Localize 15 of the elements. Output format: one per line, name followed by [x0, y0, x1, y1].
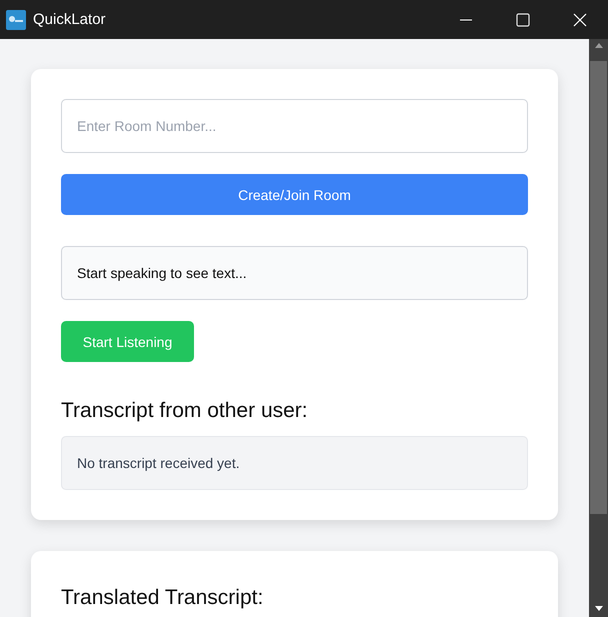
window-title: QuickLator: [33, 11, 106, 28]
scroll-up-icon[interactable]: [594, 43, 602, 48]
speech-text-box: Start speaking to see text...: [61, 246, 528, 300]
create-join-room-button[interactable]: Create/Join Room: [61, 174, 528, 215]
start-listening-button[interactable]: Start Listening: [61, 321, 194, 362]
maximize-icon[interactable]: [516, 12, 530, 26]
app-icon: [6, 10, 26, 30]
scrollbar[interactable]: [589, 39, 608, 617]
transcript-box: No transcript received yet.: [61, 436, 528, 490]
section-heading: Translated Transcript:: [61, 585, 264, 611]
section-heading: Transcript from other user:: [61, 398, 309, 424]
room-number-field[interactable]: Enter Room Number...: [61, 99, 528, 153]
close-icon[interactable]: [572, 12, 586, 26]
scroll-down-icon[interactable]: [594, 606, 602, 611]
scrollbar-thumb[interactable]: [590, 61, 607, 514]
